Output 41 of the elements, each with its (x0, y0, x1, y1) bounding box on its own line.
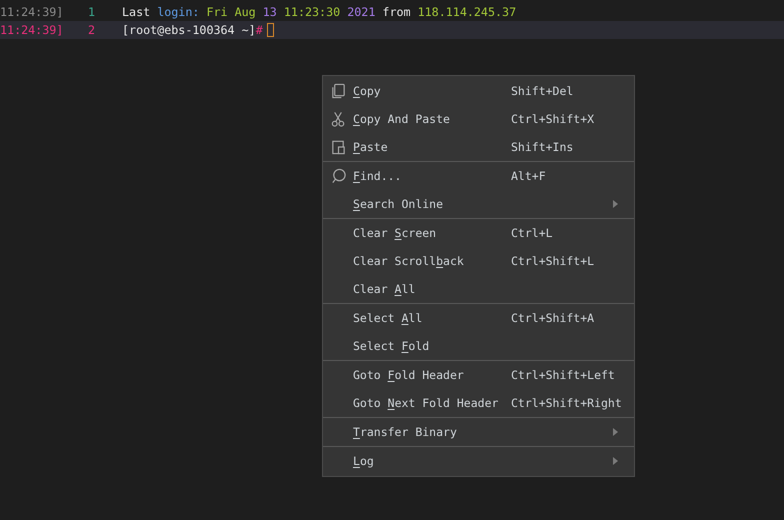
terminal-text: 13 (262, 5, 278, 19)
terminal-text: Fri Aug (206, 5, 257, 19)
menu-item[interactable]: Clear Scrollback (353, 254, 511, 268)
shortcut-text: Ctrl+Shift+Right (511, 396, 622, 410)
paste-icon (330, 138, 346, 156)
shortcut-text: Alt+F (511, 169, 546, 183)
menu-item[interactable]: Search Online (353, 197, 511, 211)
shortcut-text: Ctrl+L (511, 226, 553, 240)
menu-item[interactable]: Find... (353, 169, 511, 183)
terminal-text: [root@ebs-100364 ~] (122, 23, 256, 37)
menu-item[interactable]: Select All (353, 311, 511, 325)
menu-item[interactable]: Clear Screen (353, 226, 511, 240)
copy-icon (330, 82, 346, 100)
scissors-icon (330, 110, 346, 128)
terminal-text: from (382, 5, 412, 19)
shortcut-text: Ctrl+Shift+A (511, 311, 594, 325)
search-icon (330, 167, 346, 185)
shortcut-text: Shift+Ins (511, 140, 574, 154)
terminal-text: # (256, 23, 263, 37)
timestamp: 11:24:39] (0, 5, 64, 19)
menu-item[interactable]: Log (353, 454, 511, 468)
terminal-text: Last (122, 5, 152, 19)
menu-item[interactable]: Paste (353, 140, 511, 154)
menu-item[interactable]: Select Fold (353, 339, 511, 353)
menu-item[interactable]: Copy (353, 84, 511, 98)
menu-item[interactable]: Clear All (353, 282, 511, 296)
line-number: 1 (88, 5, 96, 19)
terminal-text: 118.114.245.37 (418, 5, 516, 19)
shortcut-text: Shift+Del (511, 84, 574, 98)
terminal-text: 2021 (347, 5, 376, 19)
shortcut-text: Ctrl+Shift+X (511, 112, 594, 126)
shortcut-text: Ctrl+Shift+Left (511, 368, 615, 382)
terminal-text: 11:23:30 (284, 5, 342, 19)
terminal-text: login: (157, 5, 200, 19)
menu-item[interactable]: Transfer Binary (353, 425, 511, 439)
menu-item[interactable]: Goto Next Fold Header (353, 396, 511, 410)
menu-item[interactable]: Copy And Paste (353, 112, 511, 126)
shortcut-text: Ctrl+Shift+L (511, 254, 594, 268)
menu-item[interactable]: Goto Fold Header (353, 368, 511, 382)
timestamp: 11:24:39] (0, 23, 64, 37)
line-number: 2 (88, 23, 96, 37)
